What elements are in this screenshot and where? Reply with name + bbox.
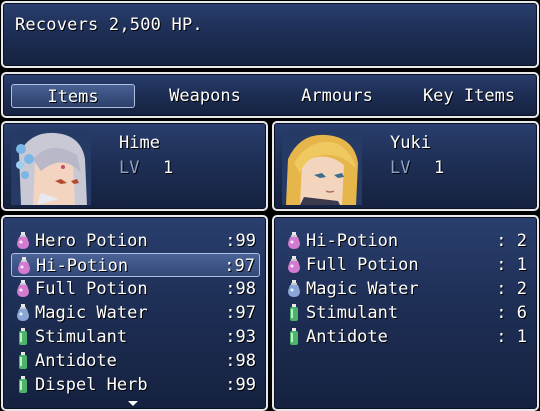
tab-weapons[interactable]: Weapons [143, 84, 267, 108]
item-row-full-potion[interactable]: Full Potion : 1 [282, 253, 531, 277]
item-row-stimulant[interactable]: Stimulant : 6 [282, 301, 531, 325]
item-quantity: :97 [224, 256, 255, 276]
item-row-antidote[interactable]: Antidote :98 [11, 349, 260, 373]
item-row-hi-potion[interactable]: Hi-Potion : 2 [282, 229, 531, 253]
pink-potion-icon [15, 256, 33, 276]
help-window: Recovers 2,500 HP. [1, 1, 539, 68]
actor-name-hime: Hime [119, 133, 160, 153]
item-name: Hi-Potion [36, 256, 129, 276]
green-potion-icon [14, 351, 32, 371]
item-quantity: :99 [225, 231, 256, 251]
item-row-dispel-herb[interactable]: Dispel Herb :99 [11, 373, 260, 397]
pink-potion-icon [285, 231, 303, 251]
inventory-window-yuki: Hi-Potion : 2 Full Potion : 1 Magic Wate… [272, 215, 539, 411]
item-name: Dispel Herb [35, 375, 148, 395]
item-quantity: :93 [225, 327, 256, 347]
item-name: Full Potion [35, 279, 148, 299]
item-quantity: : 6 [496, 303, 527, 323]
blue-potion-icon [14, 303, 32, 323]
pink-potion-icon [14, 231, 32, 251]
item-quantity: :99 [225, 375, 256, 395]
level-value-yuki: 1 [434, 158, 445, 178]
item-quantity: : 2 [496, 279, 527, 299]
item-name: Magic Water [306, 279, 419, 299]
item-name: Antidote [35, 351, 117, 371]
green-potion-icon [285, 303, 303, 323]
item-row-hero-potion[interactable]: Hero Potion :99 [11, 229, 260, 253]
item-menu-screen: Recovers 2,500 HP. Items Weapons Armours… [0, 0, 540, 411]
item-row-hi-potion[interactable]: Hi-Potion :97 [11, 253, 260, 277]
item-name: Magic Water [35, 303, 148, 323]
item-quantity: :98 [225, 279, 256, 299]
item-name: Stimulant [35, 327, 128, 347]
hime-face-portrait [11, 129, 91, 205]
item-quantity: :97 [225, 303, 256, 323]
blue-potion-icon [285, 279, 303, 299]
actor-window-hime[interactable]: Hime LV 1 [1, 121, 268, 211]
actor-name-yuki: Yuki [390, 133, 431, 153]
item-name: Stimulant [306, 303, 399, 323]
tab-items[interactable]: Items [11, 84, 135, 108]
tab-armours[interactable]: Armours [275, 84, 399, 108]
item-row-stimulant[interactable]: Stimulant :93 [11, 325, 260, 349]
item-quantity: : 2 [496, 231, 527, 251]
pink-potion-icon [14, 279, 32, 299]
item-name: Hero Potion [35, 231, 148, 251]
item-quantity: : 1 [496, 255, 527, 275]
pink-potion-icon [285, 255, 303, 275]
green-potion-icon [285, 327, 303, 347]
category-window: Items Weapons Armours Key Items [1, 72, 539, 118]
item-name: Hi-Potion [306, 231, 399, 251]
lv-label-yuki: LV [390, 158, 411, 178]
item-row-magic-water[interactable]: Magic Water : 2 [282, 277, 531, 301]
green-potion-icon [14, 375, 32, 395]
item-name: Antidote [306, 327, 388, 347]
item-name: Full Potion [306, 255, 419, 275]
item-row-magic-water[interactable]: Magic Water :97 [11, 301, 260, 325]
tab-key-items[interactable]: Key Items [407, 84, 531, 108]
level-value-hime: 1 [163, 158, 174, 178]
inventory-window-hime: Hero Potion :99 Hi-Potion :97 Full Potio… [1, 215, 268, 411]
lv-label-hime: LV [119, 158, 140, 178]
item-quantity: :98 [225, 351, 256, 371]
green-potion-icon [14, 327, 32, 347]
yuki-face-portrait [282, 129, 362, 205]
item-row-full-potion[interactable]: Full Potion :98 [11, 277, 260, 301]
item-quantity: : 1 [496, 327, 527, 347]
actor-window-yuki[interactable]: Yuki LV 1 [272, 121, 539, 211]
item-row-antidote[interactable]: Antidote : 1 [282, 325, 531, 349]
help-text: Recovers 2,500 HP. [15, 15, 203, 35]
scroll-down-arrow-icon[interactable] [128, 401, 138, 406]
